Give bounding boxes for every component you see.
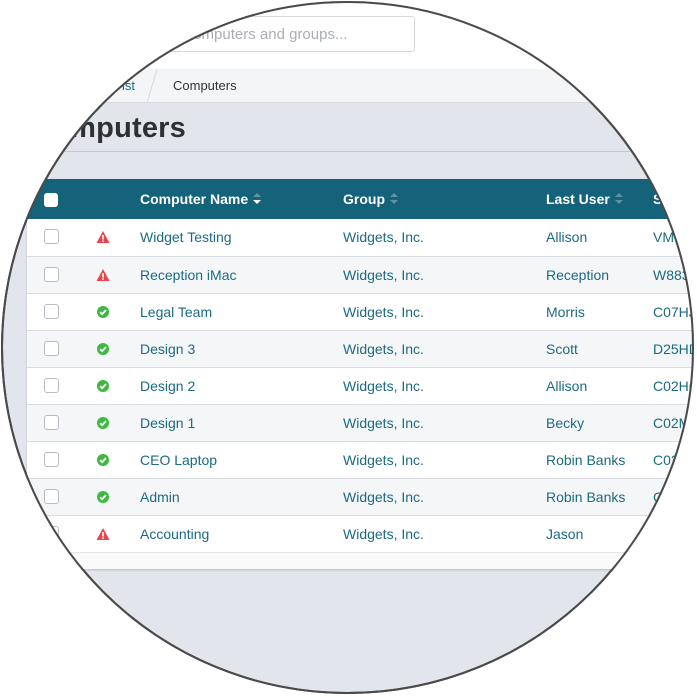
check-circle-icon xyxy=(96,342,110,356)
group-link[interactable]: Widgets, Inc. xyxy=(343,489,424,505)
column-label: Last User xyxy=(546,191,610,207)
warning-icon xyxy=(96,230,110,244)
last-user-link[interactable]: Jason xyxy=(546,526,583,542)
group-link[interactable]: Widgets, Inc. xyxy=(343,341,424,357)
sort-icon xyxy=(390,193,398,205)
table-row[interactable]: CEO Laptop Widgets, Inc. Robin Banks C02 xyxy=(27,441,694,478)
check-circle-icon xyxy=(96,379,110,393)
breadcrumb-separator-icon xyxy=(146,69,158,103)
computer-name-link[interactable]: Design 1 xyxy=(140,415,195,431)
serial-number: C02HC xyxy=(653,378,694,394)
serial-number: C02M xyxy=(653,415,691,431)
table-row[interactable]: Design 1 Widgets, Inc. Becky C02M xyxy=(27,404,694,441)
table-body: Widget Testing Widgets, Inc. Allison VM Rece… xyxy=(27,219,694,552)
table-row[interactable]: Admin Widgets, Inc. Robin Banks C xyxy=(27,478,694,515)
row-checkbox[interactable] xyxy=(44,341,59,356)
select-all-checkbox[interactable] xyxy=(44,193,58,207)
table-row[interactable]: Accounting Widgets, Inc. Jason xyxy=(27,515,694,552)
serial-number: W883 xyxy=(653,267,690,283)
group-link[interactable]: Widgets, Inc. xyxy=(343,378,424,394)
computer-name-link[interactable]: CEO Laptop xyxy=(140,452,217,468)
column-header-group[interactable]: Group xyxy=(343,191,398,207)
computer-name-link[interactable]: Accounting xyxy=(140,526,209,542)
breadcrumb-item-parent[interactable]: ist xyxy=(61,78,135,93)
magnifier-view: ist Computers Computers Computer Name Gr… xyxy=(1,1,694,694)
row-checkbox[interactable] xyxy=(44,229,59,244)
table-row[interactable]: Design 3 Widgets, Inc. Scott D25HD xyxy=(27,330,694,367)
group-link[interactable]: Widgets, Inc. xyxy=(343,526,424,542)
table-row[interactable]: Widget Testing Widgets, Inc. Allison VM xyxy=(27,219,694,256)
last-user-link[interactable]: Allison xyxy=(546,229,587,245)
column-label: Computer Name xyxy=(140,191,249,207)
computer-name-link[interactable]: Reception iMac xyxy=(140,267,237,283)
breadcrumb-item-current: Computers xyxy=(173,78,237,93)
last-user-link[interactable]: Robin Banks xyxy=(546,489,625,505)
group-link[interactable]: Widgets, Inc. xyxy=(343,452,424,468)
group-link[interactable]: Widgets, Inc. xyxy=(343,415,424,431)
sort-icon xyxy=(614,193,623,205)
search-input[interactable] xyxy=(61,16,415,52)
warning-icon xyxy=(96,527,110,541)
check-circle-icon xyxy=(96,490,110,504)
row-checkbox[interactable] xyxy=(44,526,59,541)
column-label: S xyxy=(653,191,663,207)
computers-table: Computer Name Group Last User S Widget T… xyxy=(27,179,694,569)
last-user-link[interactable]: Reception xyxy=(546,267,609,283)
check-circle-icon xyxy=(96,305,110,319)
computer-name-link[interactable]: Widget Testing xyxy=(140,229,232,245)
row-checkbox[interactable] xyxy=(44,415,59,430)
table-footer xyxy=(27,552,694,569)
row-checkbox[interactable] xyxy=(44,267,59,282)
table-row[interactable]: Legal Team Widgets, Inc. Morris C07HJ xyxy=(27,293,694,330)
computer-name-link[interactable]: Design 3 xyxy=(140,341,195,357)
computer-name-link[interactable]: Legal Team xyxy=(140,304,212,320)
group-link[interactable]: Widgets, Inc. xyxy=(343,304,424,320)
sort-icon xyxy=(253,193,262,205)
last-user-link[interactable]: Morris xyxy=(546,304,585,320)
top-bar xyxy=(1,1,694,69)
serial-number: C07HJ xyxy=(653,304,694,320)
check-circle-icon xyxy=(96,453,110,467)
row-checkbox[interactable] xyxy=(44,378,59,393)
group-link[interactable]: Widgets, Inc. xyxy=(343,267,424,283)
group-link[interactable]: Widgets, Inc. xyxy=(343,229,424,245)
serial-number: VM xyxy=(653,229,674,245)
row-checkbox[interactable] xyxy=(44,489,59,504)
page-title: Computers xyxy=(1,112,186,145)
column-header-serial[interactable]: S xyxy=(653,191,662,207)
column-label: Group xyxy=(343,191,385,207)
computer-name-link[interactable]: Admin xyxy=(140,489,180,505)
breadcrumb: ist Computers xyxy=(1,69,694,103)
table-row[interactable]: Reception iMac Widgets, Inc. Reception W883 xyxy=(27,256,694,293)
table-header: Computer Name Group Last User S xyxy=(27,179,694,219)
last-user-link[interactable]: Becky xyxy=(546,415,584,431)
last-user-link[interactable]: Scott xyxy=(546,341,578,357)
last-user-link[interactable]: Allison xyxy=(546,378,587,394)
row-checkbox[interactable] xyxy=(44,452,59,467)
column-header-last-user[interactable]: Last User xyxy=(546,191,623,207)
computer-name-link[interactable]: Design 2 xyxy=(140,378,195,394)
table-row[interactable]: Design 2 Widgets, Inc. Allison C02HC xyxy=(27,367,694,404)
check-circle-icon xyxy=(96,416,110,430)
serial-number: C xyxy=(653,489,664,505)
page-title-text: Computers xyxy=(31,112,186,144)
column-header-computer-name[interactable]: Computer Name xyxy=(140,191,262,207)
serial-number: D25HD xyxy=(653,341,694,357)
warning-icon xyxy=(96,268,110,282)
serial-number: C02 xyxy=(653,452,679,468)
last-user-link[interactable]: Robin Banks xyxy=(546,452,625,468)
row-checkbox[interactable] xyxy=(44,304,59,319)
divider xyxy=(1,151,694,152)
